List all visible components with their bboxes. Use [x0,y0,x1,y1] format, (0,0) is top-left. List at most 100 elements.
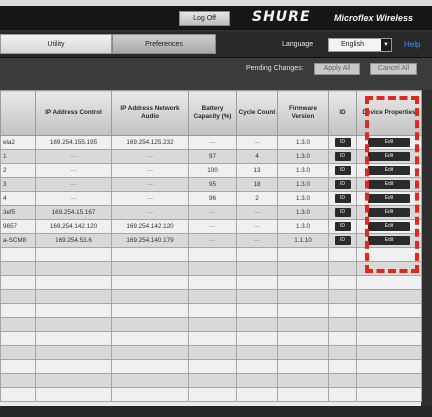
identify-button[interactable]: ID [334,152,351,161]
tab-utility[interactable]: Utility [0,34,112,54]
language-select[interactable]: English ▼ [328,38,392,52]
table-row[interactable]: 1 --- --- 97 4 1.3.0 ID Edit [0,149,422,164]
cell-id: ID [328,177,357,192]
empty-row [0,359,422,374]
table-row[interactable]: ela2 169.254.155.195 169.254.125.232 --- ---… [0,135,422,150]
empty-row [0,331,422,346]
identify-button[interactable]: ID [334,236,351,245]
help-link[interactable]: Help [404,40,420,49]
col-header-id: ID [328,90,357,136]
empty-cell [328,331,357,346]
empty-cell [277,303,329,318]
cell-name: 2 [0,163,36,178]
empty-cell [0,275,36,290]
edit-button[interactable]: Edit [368,208,410,217]
edit-button[interactable]: Edit [368,138,410,147]
table-row[interactable]: a-SCM8 169.254.53.6 169.254.140.179 --- --- 1… [0,233,422,248]
empty-cell [236,373,278,388]
cell-device-properties: Edit [356,177,422,192]
empty-row [0,373,422,388]
cell-ip-control: --- [35,149,112,164]
cell-cycle: --- [236,135,278,150]
cell-firmware: 1.3.0 [277,177,329,192]
cell-id: ID [328,205,357,220]
empty-cell [277,345,329,360]
cell-name: a-SCM8 [0,233,36,248]
empty-cell [356,373,422,388]
empty-cell [356,387,422,402]
tab-preferences[interactable]: Preferences [112,34,216,54]
cell-firmware: 1.3.0 [277,135,329,150]
identify-button[interactable]: ID [334,208,351,217]
cell-ip-audio: 169.254.142.120 [111,219,189,234]
col-header-battery: Battery Capacity (%) [188,90,237,136]
pending-changes-bar: Pending Changes: Apply All Cancel All [0,58,432,90]
empty-cell [277,359,329,374]
empty-cell [0,345,36,360]
cell-battery: --- [188,219,237,234]
col-header-ip-audio: IP Address Network Audio [111,90,189,136]
cancel-all-button[interactable]: Cancel All [370,63,417,75]
cell-id: ID [328,233,357,248]
empty-cell [0,387,36,402]
language-value: English [341,41,364,48]
cell-ip-audio: --- [111,149,189,164]
empty-cell [236,331,278,346]
cell-name: 1 [0,149,36,164]
empty-row [0,303,422,318]
empty-cell [188,289,237,304]
empty-cell [328,359,357,374]
empty-cell [35,345,112,360]
log-off-button[interactable]: Log Off [179,11,230,26]
edit-button[interactable]: Edit [368,236,410,245]
empty-cell [111,303,189,318]
cell-name: ela2 [0,135,36,150]
empty-cell [277,247,329,262]
cell-battery: 97 [188,149,237,164]
empty-cell [35,387,112,402]
edit-button[interactable]: Edit [368,222,410,231]
empty-cell [0,303,36,318]
edit-button[interactable]: Edit [368,180,410,189]
identify-button[interactable]: ID [334,222,351,231]
empty-cell [111,373,189,388]
empty-cell [111,317,189,332]
cell-id: ID [328,163,357,178]
empty-cell [277,373,329,388]
edit-button[interactable]: Edit [368,152,410,161]
identify-button[interactable]: ID [334,166,351,175]
empty-cell [0,317,36,332]
empty-cell [0,359,36,374]
empty-cell [236,317,278,332]
cell-name: 3ef5 [0,205,36,220]
identify-button[interactable]: ID [334,138,351,147]
empty-cell [111,331,189,346]
edit-button[interactable]: Edit [368,194,410,203]
col-header-name [0,90,36,136]
empty-cell [0,247,36,262]
empty-cell [111,359,189,374]
cell-firmware: 1.3.0 [277,163,329,178]
cell-ip-control: 169.254.53.6 [35,233,112,248]
table-row[interactable]: 2 --- --- 100 13 1.3.0 ID Edit [0,163,422,178]
cell-battery: --- [188,135,237,150]
identify-button[interactable]: ID [334,194,351,203]
apply-all-button[interactable]: Apply All [314,63,360,75]
edit-button[interactable]: Edit [368,166,410,175]
cell-ip-audio: --- [111,177,189,192]
empty-cell [277,387,329,402]
empty-row [0,275,422,290]
table-row[interactable]: 9657 169.254.142.120 169.254.142.120 --- ---… [0,219,422,234]
cell-id: ID [328,135,357,150]
empty-cell [188,275,237,290]
empty-cell [328,317,357,332]
empty-cell [188,373,237,388]
cell-id: ID [328,219,357,234]
chevron-down-icon[interactable]: ▼ [381,39,391,51]
empty-cell [35,275,112,290]
empty-cell [277,289,329,304]
table-row[interactable]: 3 --- --- 95 18 1.3.0 ID Edit [0,177,422,192]
table-row[interactable]: 4 --- --- 96 2 1.3.0 ID Edit [0,191,422,206]
table-row[interactable]: 3ef5 169.254.15.167 --- --- --- 1.3.0 ID Edit [0,205,422,220]
identify-button[interactable]: ID [334,180,351,189]
